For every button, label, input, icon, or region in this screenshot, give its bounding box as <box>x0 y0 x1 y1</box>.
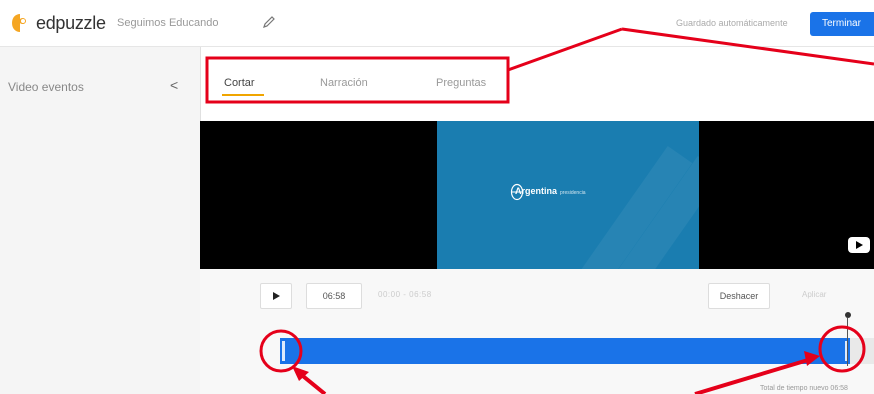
editor-tabs: Cortar Narración Preguntas <box>200 47 874 117</box>
tab-preguntas[interactable]: Preguntas <box>436 77 486 89</box>
video-player[interactable]: Argentina presidencia <box>200 121 874 269</box>
thumbnail-brand: Argentina <box>515 186 558 196</box>
play-button[interactable] <box>260 283 292 309</box>
current-time[interactable]: 06:58 <box>306 283 362 309</box>
timeline-selection[interactable] <box>280 338 850 364</box>
collapse-sidebar-icon[interactable]: < <box>170 77 178 93</box>
edit-pencil-icon[interactable] <box>262 15 276 29</box>
top-bar: edpuzzle Seguimos Educando Guardado auto… <box>0 0 874 47</box>
tab-narracion[interactable]: Narración <box>320 77 368 89</box>
playhead-line <box>847 318 848 366</box>
video-title[interactable]: Seguimos Educando <box>117 17 219 29</box>
brand-name[interactable]: edpuzzle <box>36 13 106 34</box>
thumbnail-brand-text: Argentina presidencia <box>515 186 586 196</box>
trim-range-text: 00:00 - 06:58 <box>378 290 432 299</box>
tab-cortar[interactable]: Cortar <box>224 77 255 89</box>
sidebar-title: Video eventos <box>8 80 84 94</box>
trim-controls: 06:58 00:00 - 06:58 Deshacer Aplicar <box>200 269 874 394</box>
finish-button[interactable]: Terminar <box>810 12 874 36</box>
apply-button[interactable]: Aplicar <box>802 290 826 299</box>
active-tab-indicator <box>222 94 264 96</box>
edpuzzle-logo-icon[interactable] <box>8 11 32 35</box>
youtube-icon[interactable] <box>848 237 870 253</box>
autosave-status: Guardado automáticamente <box>676 18 788 28</box>
total-time: Total de tiempo nuevo 06:58 <box>760 385 848 392</box>
sidebar: Video eventos < <box>0 47 201 394</box>
video-thumbnail: Argentina presidencia <box>437 121 699 269</box>
thumbnail-sub: presidencia <box>560 190 586 196</box>
trim-start-handle[interactable] <box>282 341 285 361</box>
undo-button[interactable]: Deshacer <box>708 283 770 309</box>
playhead-knob[interactable] <box>845 312 851 318</box>
